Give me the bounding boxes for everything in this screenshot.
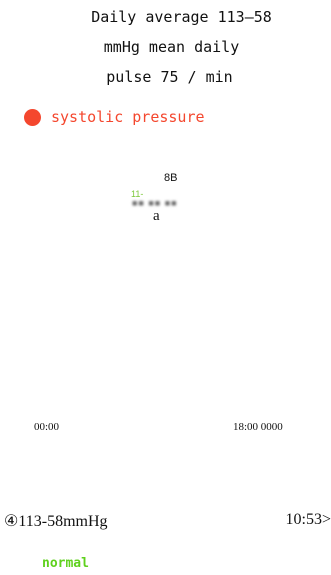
x-axis-end-label: 18:00 0000 [233,421,283,433]
daily-average-text: Daily average 113–58 [91,8,272,26]
red-dot-icon [24,108,41,126]
record-time: 10:53> [285,511,331,528]
legend-systolic: systolic pressure [24,108,205,126]
record-value: ④113-58mmHg [4,513,108,530]
chart-point-label: 8B [164,172,178,184]
chart-area: 8B 11- ■■ ■■ ■■ a [0,160,331,440]
record-status-label: normal [42,556,89,571]
legend-label: systolic pressure [51,108,205,126]
measurement-record-row[interactable]: ④113-58mmHg 10:53> [4,511,331,533]
chart-letter-label: a [153,208,160,224]
mmhg-mean-daily-text: mmHg mean daily [103,38,240,56]
x-axis-start-label: 00:00 [34,421,60,433]
chart-blurred-label: ■■ ■■ ■■ [132,198,178,208]
pulse-text: pulse 75 / min [106,68,233,86]
